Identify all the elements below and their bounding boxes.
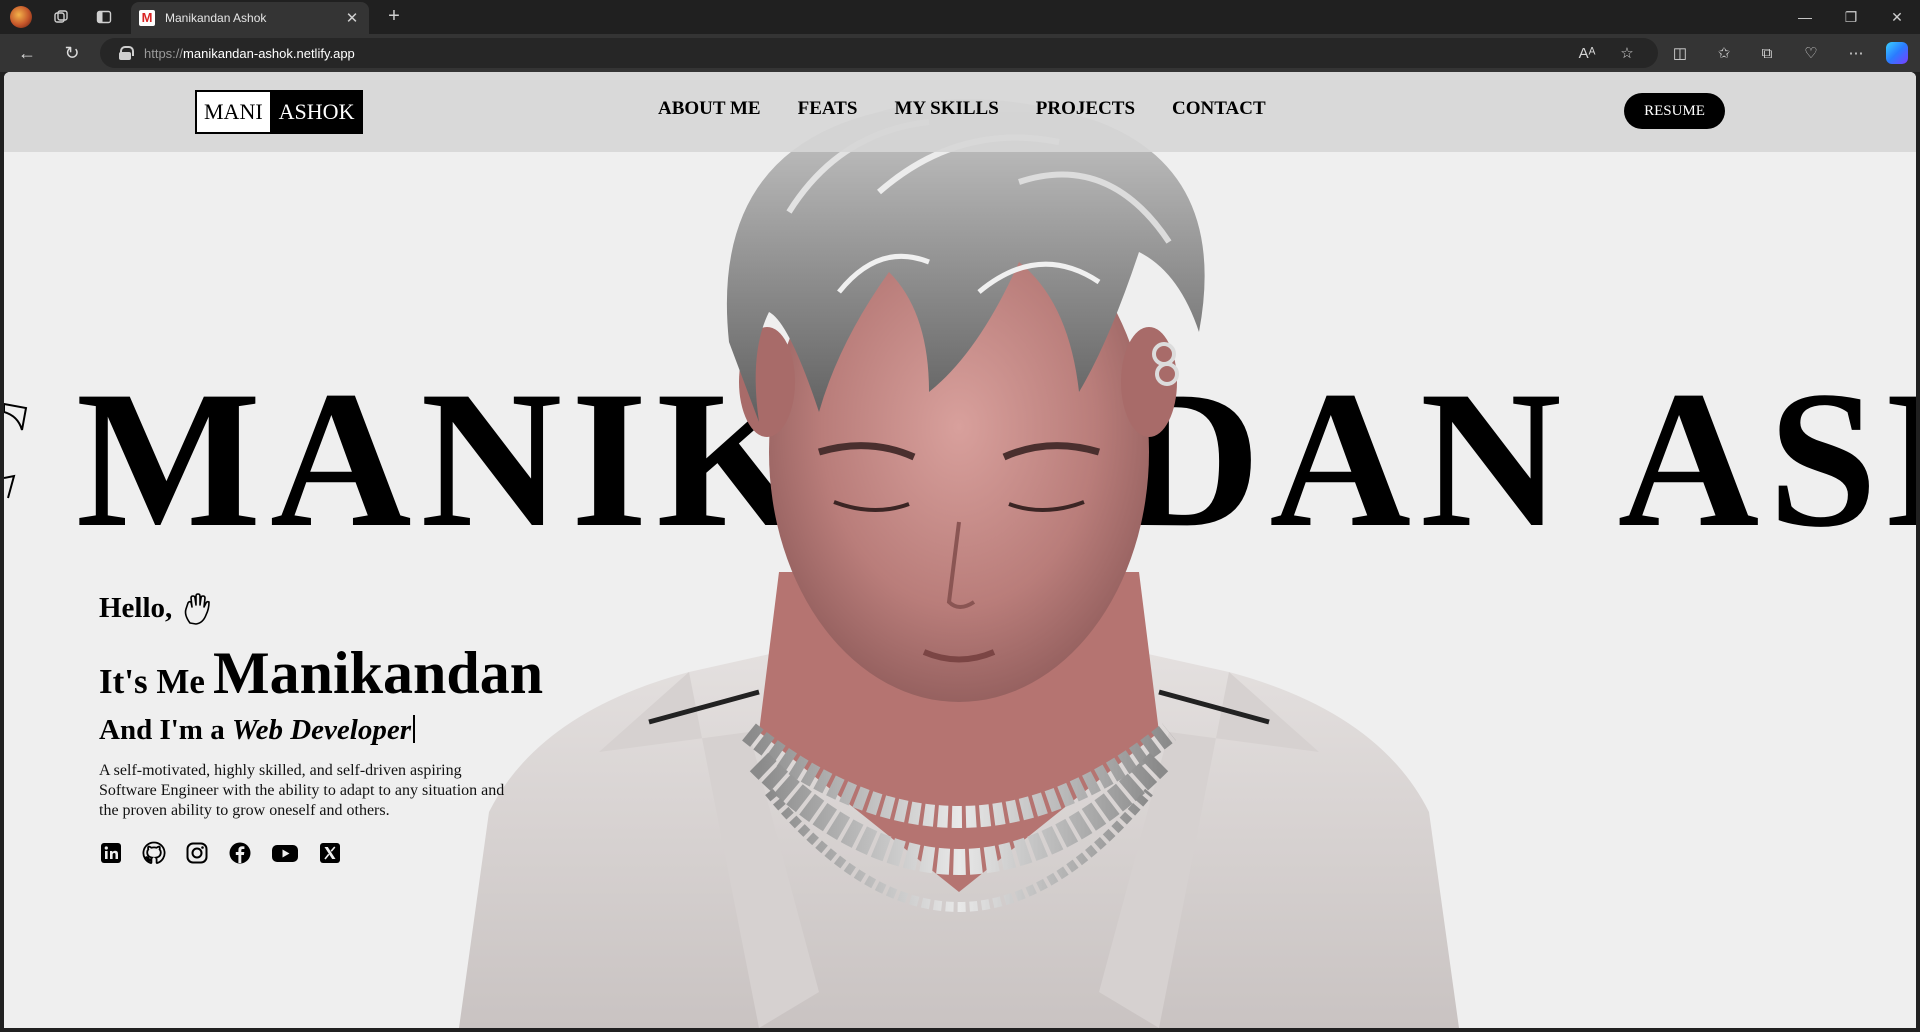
facebook-icon[interactable] [228, 841, 252, 865]
read-aloud-icon[interactable]: A͏ᴬ [1576, 43, 1598, 65]
favorites-icon[interactable]: ✩ [1713, 43, 1735, 65]
x-twitter-icon[interactable] [318, 841, 342, 865]
back-arrow-icon[interactable]: ← [15, 42, 39, 64]
social-links [99, 841, 543, 865]
refresh-icon[interactable]: ↻ [60, 42, 84, 64]
role-typed-text: Web Developer [231, 714, 411, 746]
page-viewport: MANIKANDAN ASHOK [4, 72, 1916, 1028]
restore-icon[interactable]: ❐ [1828, 6, 1874, 28]
browser-address-bar: ← ↻ https://manikandan-ashok.netlify.app… [0, 34, 1920, 72]
logo-text-right: ASHOK [271, 92, 362, 132]
gmail-favicon-icon: M [139, 10, 155, 26]
intro-name-line: It's Me Manikandan [99, 639, 543, 708]
logo-text-left: MANI [197, 92, 272, 132]
vertical-tabs-icon[interactable] [93, 6, 115, 28]
new-tab-icon[interactable]: + [382, 5, 406, 29]
url-text: https://manikandan-ashok.netlify.app [144, 45, 355, 61]
close-tab-icon[interactable]: ✕ [341, 7, 363, 29]
collections-icon[interactable]: ⧉ [1756, 43, 1778, 65]
hero-intro: Hello, It's Me Manikandan And I'm a Web D… [99, 592, 543, 865]
nav-my-skills[interactable]: MY SKILLS [894, 98, 998, 120]
hello-text: Hello, [99, 592, 173, 624]
nav-feats[interactable]: FEATS [798, 98, 858, 120]
waving-hand-icon [184, 592, 211, 625]
youtube-icon[interactable] [271, 841, 299, 865]
main-nav: ABOUT ME FEATS MY SKILLS PROJECTS CONTAC… [658, 98, 1303, 120]
resume-button[interactable]: RESUME [1624, 93, 1725, 129]
nav-contact[interactable]: CONTACT [1172, 98, 1266, 120]
typing-cursor [412, 715, 415, 743]
nav-projects[interactable]: PROJECTS [1036, 98, 1135, 120]
its-me-text: It's Me [99, 662, 205, 701]
close-window-icon[interactable]: ✕ [1874, 6, 1920, 28]
linkedin-icon[interactable] [99, 841, 123, 865]
left-edge-glyph-icon [4, 474, 16, 499]
active-tab[interactable]: M Manikandan Ashok ✕ [131, 2, 369, 34]
nav-about-me[interactable]: ABOUT ME [658, 98, 761, 120]
split-screen-icon[interactable]: ◫ [1669, 43, 1691, 65]
tab-title: Manikandan Ashok [165, 11, 267, 25]
left-edge-glyph-icon [4, 402, 28, 431]
hero-description: A self-motivated, highly skilled, and se… [99, 762, 505, 819]
portrait-image [459, 99, 1459, 1028]
workspaces-icon[interactable] [50, 6, 72, 28]
role-line: And I'm a Web Developer [99, 714, 543, 747]
favorite-star-icon[interactable]: ☆ [1616, 43, 1638, 65]
instagram-icon[interactable] [185, 841, 209, 865]
minimize-icon[interactable]: — [1782, 6, 1828, 28]
copilot-icon[interactable] [1886, 42, 1908, 64]
browser-essentials-icon[interactable]: ♡ [1800, 43, 1822, 65]
hero-first-name: Manikandan [212, 640, 544, 706]
url-field[interactable]: https://manikandan-ashok.netlify.app [100, 38, 1658, 68]
site-logo[interactable]: MANI ASHOK [195, 90, 364, 134]
github-icon[interactable] [142, 841, 166, 865]
role-prefix: And I'm a [99, 714, 225, 746]
site-header: MANI ASHOK ABOUT ME FEATS MY SKILLS PROJ… [4, 72, 1916, 152]
profile-avatar-icon[interactable] [10, 6, 32, 28]
more-menu-icon[interactable]: ⋯ [1845, 43, 1867, 65]
browser-tab-bar: M Manikandan Ashok ✕ + — ❐ ✕ [0, 0, 1920, 34]
greeting: Hello, [99, 592, 543, 625]
lock-icon [118, 46, 134, 60]
